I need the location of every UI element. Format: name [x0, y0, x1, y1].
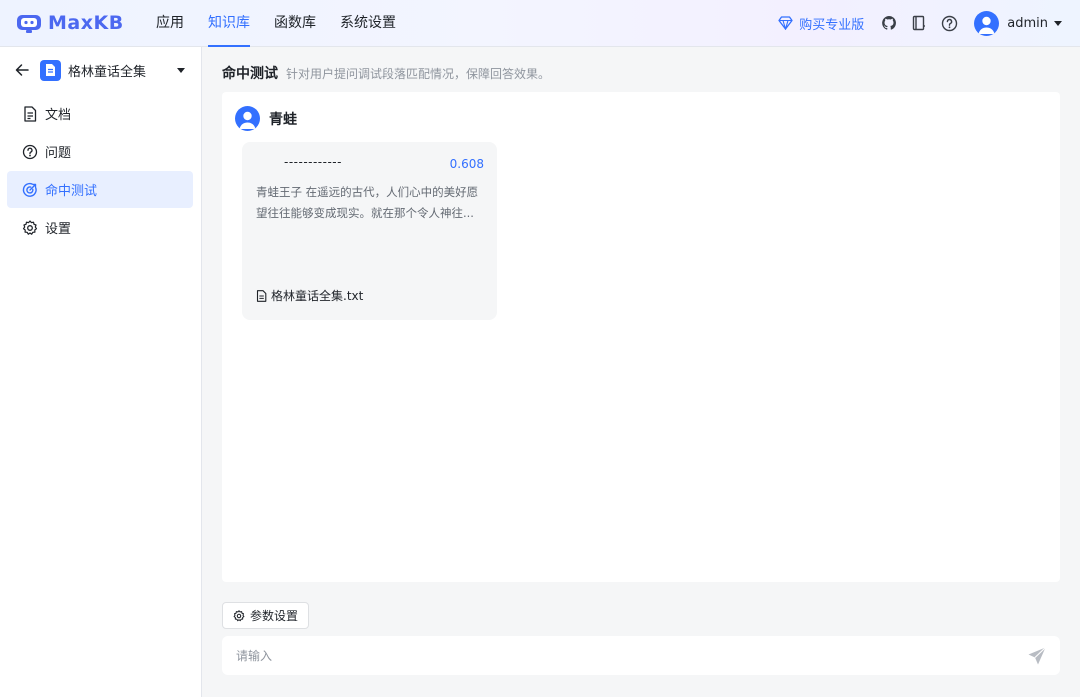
app-name: MaxKB	[48, 12, 124, 34]
param-settings-label: 参数设置	[250, 609, 299, 623]
sidebar-item-label: 命中测试	[45, 184, 98, 199]
query-message: 青蛙	[235, 106, 297, 131]
user-icon	[239, 111, 256, 129]
chevron-down-icon	[1054, 20, 1062, 26]
query-input[interactable]	[236, 648, 1026, 663]
avatar	[235, 106, 260, 131]
gear-icon	[233, 609, 245, 621]
result-source: 格林童话全集.txt	[256, 287, 363, 304]
send-button[interactable]	[1026, 645, 1048, 667]
avatar	[974, 10, 1000, 36]
sidebar-item-settings[interactable]: 设置	[7, 209, 193, 246]
page-title: 命中测试	[222, 66, 278, 82]
page-description: 针对用户提问调试段落匹配情况，保障回答效果。	[286, 67, 551, 81]
knowledge-base-name: 格林童话全集	[68, 64, 147, 80]
main-content: 命中测试 针对用户提问调试段落匹配情况，保障回答效果。 青蛙 ---------…	[202, 47, 1080, 697]
result-score: 0.608	[449, 157, 484, 171]
github-icon[interactable]	[880, 14, 898, 32]
sidebar-item-label: 设置	[45, 222, 72, 237]
sidebar-item-label: 问题	[45, 146, 72, 161]
sidebar: 格林童话全集 文档 问题 命中测试 设置	[0, 47, 202, 697]
result-title: ------------	[284, 155, 342, 169]
query-input-box	[222, 636, 1060, 675]
nav-item-settings[interactable]: 系统设置	[340, 0, 396, 47]
query-text: 青蛙	[269, 111, 297, 128]
user-icon	[978, 16, 995, 34]
buy-pro-link[interactable]: 购买专业版	[778, 14, 864, 33]
user-name: admin	[1007, 15, 1048, 31]
back-arrow-icon[interactable]	[14, 62, 30, 78]
gear-icon	[22, 219, 38, 236]
sidebar-item-documents[interactable]: 文档	[7, 95, 193, 132]
help-icon[interactable]	[940, 14, 958, 32]
logo-icon	[16, 12, 42, 34]
book-icon[interactable]	[910, 14, 928, 32]
nav-item-apps[interactable]: 应用	[156, 0, 184, 47]
file-icon	[256, 289, 267, 302]
buy-pro-label: 购买专业版	[799, 17, 865, 33]
sidebar-item-hit-test[interactable]: 命中测试	[7, 171, 193, 208]
result-content: 青蛙王子 在遥远的古代，人们心中的美好愿望往往能够变成现实。就在那个令人神往..…	[256, 185, 479, 220]
results-panel[interactable]: 青蛙 ------------ 0.608 青蛙王子 在遥远的古代，人们心中的美…	[222, 92, 1060, 582]
logo[interactable]: MaxKB	[16, 12, 156, 34]
document-icon	[22, 105, 38, 122]
sidebar-item-questions[interactable]: 问题	[7, 133, 193, 170]
page-header: 命中测试 针对用户提问调试段落匹配情况，保障回答效果。	[222, 63, 550, 83]
result-file-name: 格林童话全集.txt	[271, 289, 364, 303]
header-actions: 购买专业版 admin	[778, 10, 1062, 36]
knowledge-base-icon	[40, 59, 61, 81]
param-settings-button[interactable]: 参数设置	[222, 602, 310, 629]
question-icon	[22, 144, 38, 160]
sidebar-menu: 文档 问题 命中测试 设置	[0, 95, 201, 246]
result-card[interactable]: ------------ 0.608 青蛙王子 在遥远的古代，人们心中的美好愿望…	[242, 142, 497, 320]
send-icon	[1028, 646, 1046, 664]
nav-item-functions[interactable]: 函数库	[274, 0, 316, 47]
sidebar-item-label: 文档	[45, 108, 72, 123]
main-nav: 应用 知识库 函数库 系统设置	[156, 0, 420, 47]
knowledge-base-selector: 格林童话全集	[0, 47, 201, 93]
user-menu[interactable]: admin	[974, 10, 1062, 36]
nav-item-knowledge[interactable]: 知识库	[208, 0, 250, 47]
diamond-icon	[778, 16, 793, 30]
chevron-down-icon[interactable]	[177, 67, 185, 73]
target-icon	[22, 182, 38, 198]
top-header: MaxKB 应用 知识库 函数库 系统设置 购买专业版 admin	[0, 0, 1080, 47]
